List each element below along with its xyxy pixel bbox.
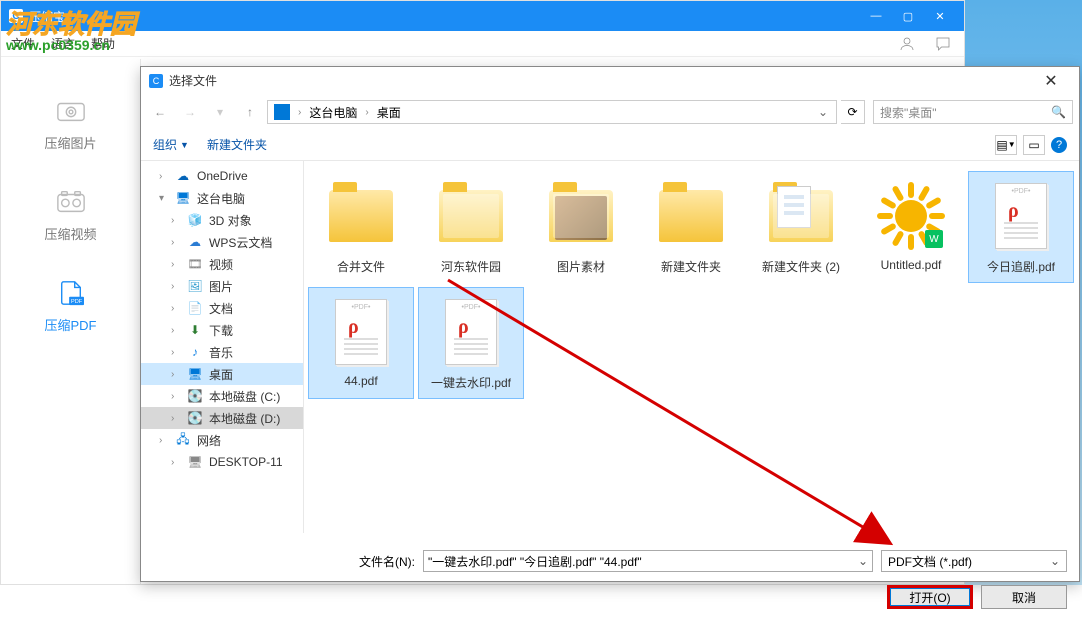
crumb-1[interactable]: 桌面 [373, 104, 405, 121]
tree-item[interactable]: ›🧊3D 对象 [141, 209, 303, 231]
app-menubar: 文件 语言 帮助 [1, 31, 964, 57]
sidebar-item-compress-video[interactable]: 压缩视频 [1, 170, 140, 261]
dialog-nav: ← → ▾ ↑ › 这台电脑 › 桌面 ⌄ ⟳ 搜索"桌面" 🔍 [141, 95, 1079, 129]
tree-item[interactable]: ›☁OneDrive [141, 165, 303, 187]
file-item[interactable]: 河东软件园 [418, 171, 524, 283]
search-icon: 🔍 [1051, 105, 1066, 119]
close-button[interactable]: ✕ [924, 1, 956, 31]
tree-item[interactable]: ›☁WPS云文档 [141, 231, 303, 253]
nav-back-button[interactable]: ← [147, 99, 173, 125]
preview-pane-button[interactable]: ▭ [1023, 135, 1045, 155]
minimize-button[interactable]: — [860, 1, 892, 31]
chat-icon[interactable] [934, 35, 952, 53]
dialog-close-button[interactable]: ✕ [1031, 67, 1071, 95]
dialog-footer: 文件名(N): "一键去水印.pdf" "今日追剧.pdf" "44.pdf" … [141, 533, 1079, 581]
app-titlebar[interactable]: C 压缩宝 — ▢ ✕ [1, 1, 964, 31]
file-item[interactable]: WUntitled.pdf [858, 171, 964, 283]
menu-help[interactable]: 帮助 [91, 35, 115, 52]
file-item[interactable]: ρ今日追剧.pdf [968, 171, 1074, 283]
crumb-0[interactable]: 这台电脑 [305, 104, 361, 121]
breadcrumb[interactable]: › 这台电脑 › 桌面 ⌄ [267, 100, 837, 124]
app-icon: C [9, 9, 23, 23]
file-item[interactable]: 新建文件夹 (2) [748, 171, 854, 283]
svg-text:PDF: PDF [71, 299, 83, 305]
dialog-titlebar[interactable]: C 选择文件 ✕ [141, 67, 1079, 95]
nav-recent-dropdown[interactable]: ▾ [207, 99, 233, 125]
refresh-button[interactable]: ⟳ [841, 100, 865, 124]
tree-item[interactable]: ›🖥DESKTOP-11 [141, 451, 303, 473]
search-placeholder: 搜索"桌面" [880, 104, 937, 121]
menu-lang[interactable]: 语言 [51, 35, 75, 52]
filename-input[interactable]: "一键去水印.pdf" "今日追剧.pdf" "44.pdf" ⌄ [423, 550, 873, 572]
file-item[interactable]: 合并文件 [308, 171, 414, 283]
tree-item[interactable]: ›💽本地磁盘 (D:) [141, 407, 303, 429]
filter-dropdown[interactable]: PDF文档 (*.pdf) ⌄ [881, 550, 1067, 572]
app-title: 压缩宝 [29, 8, 65, 25]
maximize-button[interactable]: ▢ [892, 1, 924, 31]
chevron-icon: › [361, 107, 372, 118]
tree-item[interactable]: ›🖼图片 [141, 275, 303, 297]
view-icons-button[interactable]: ▤▼ [995, 135, 1017, 155]
tree-item[interactable]: ›⬇下载 [141, 319, 303, 341]
sidebar: 压缩图片压缩视频PDF压缩PDF [1, 59, 141, 584]
cancel-button[interactable]: 取消 [981, 585, 1067, 609]
user-icon[interactable] [898, 35, 916, 53]
tree-item[interactable]: ›🖧网络 [141, 429, 303, 451]
tree-item[interactable]: ›🖥桌面 [141, 363, 303, 385]
sidebar-item-compress-image[interactable]: 压缩图片 [1, 79, 140, 170]
file-list[interactable]: 合并文件河东软件园图片素材新建文件夹新建文件夹 (2)WUntitled.pdf… [304, 161, 1079, 533]
sidebar-item-compress-pdf[interactable]: PDF压缩PDF [1, 261, 140, 352]
organize-dropdown[interactable]: 组织 ▼ [153, 136, 189, 153]
tree-item[interactable]: ›♪音乐 [141, 341, 303, 363]
nav-up-button[interactable]: ↑ [237, 99, 263, 125]
dialog-icon: C [149, 74, 163, 88]
menu-file[interactable]: 文件 [11, 35, 35, 52]
help-button[interactable]: ? [1051, 137, 1067, 153]
search-input[interactable]: 搜索"桌面" 🔍 [873, 100, 1073, 124]
file-item[interactable]: ρ一键去水印.pdf [418, 287, 524, 399]
tree-item[interactable]: ›📄文档 [141, 297, 303, 319]
pc-icon [274, 104, 290, 120]
new-folder-button[interactable]: 新建文件夹 [207, 136, 267, 153]
file-item[interactable]: 新建文件夹 [638, 171, 744, 283]
tree-item[interactable]: ›💽本地磁盘 (C:) [141, 385, 303, 407]
chevron-icon: › [294, 107, 305, 118]
folder-tree[interactable]: ›☁OneDrive▾🖥这台电脑›🧊3D 对象›☁WPS云文档›🎞视频›🖼图片›… [141, 161, 304, 533]
tree-item[interactable]: ›🎞视频 [141, 253, 303, 275]
filename-dropdown[interactable]: ⌄ [858, 554, 868, 568]
breadcrumb-dropdown[interactable]: ⌄ [812, 105, 834, 119]
file-item[interactable]: 图片素材 [528, 171, 634, 283]
tree-item[interactable]: ▾🖥这台电脑 [141, 187, 303, 209]
file-item[interactable]: ρ44.pdf [308, 287, 414, 399]
filename-label: 文件名(N): [353, 553, 415, 570]
nav-forward-button[interactable]: → [177, 99, 203, 125]
dialog-title: 选择文件 [169, 72, 217, 89]
open-button[interactable]: 打开(O) [887, 585, 973, 609]
dialog-toolbar: 组织 ▼ 新建文件夹 ▤▼ ▭ ? [141, 129, 1079, 161]
file-dialog: C 选择文件 ✕ ← → ▾ ↑ › 这台电脑 › 桌面 ⌄ ⟳ 搜索"桌面" … [140, 66, 1080, 582]
